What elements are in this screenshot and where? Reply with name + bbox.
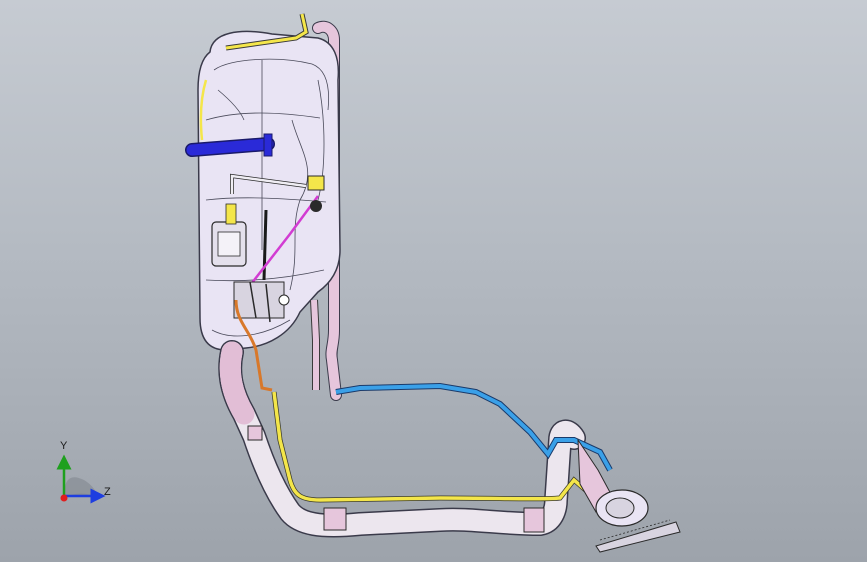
graphics-viewport[interactable]: Y Z: [0, 0, 867, 562]
triad-axes-icon: [56, 454, 106, 504]
filler-head: [577, 438, 681, 553]
triad-z-label: Z: [104, 486, 111, 498]
fuel-tank-model[interactable]: [0, 0, 867, 562]
triad-y-label: Y: [60, 440, 68, 452]
coordinate-triad: Y Z: [44, 440, 124, 510]
